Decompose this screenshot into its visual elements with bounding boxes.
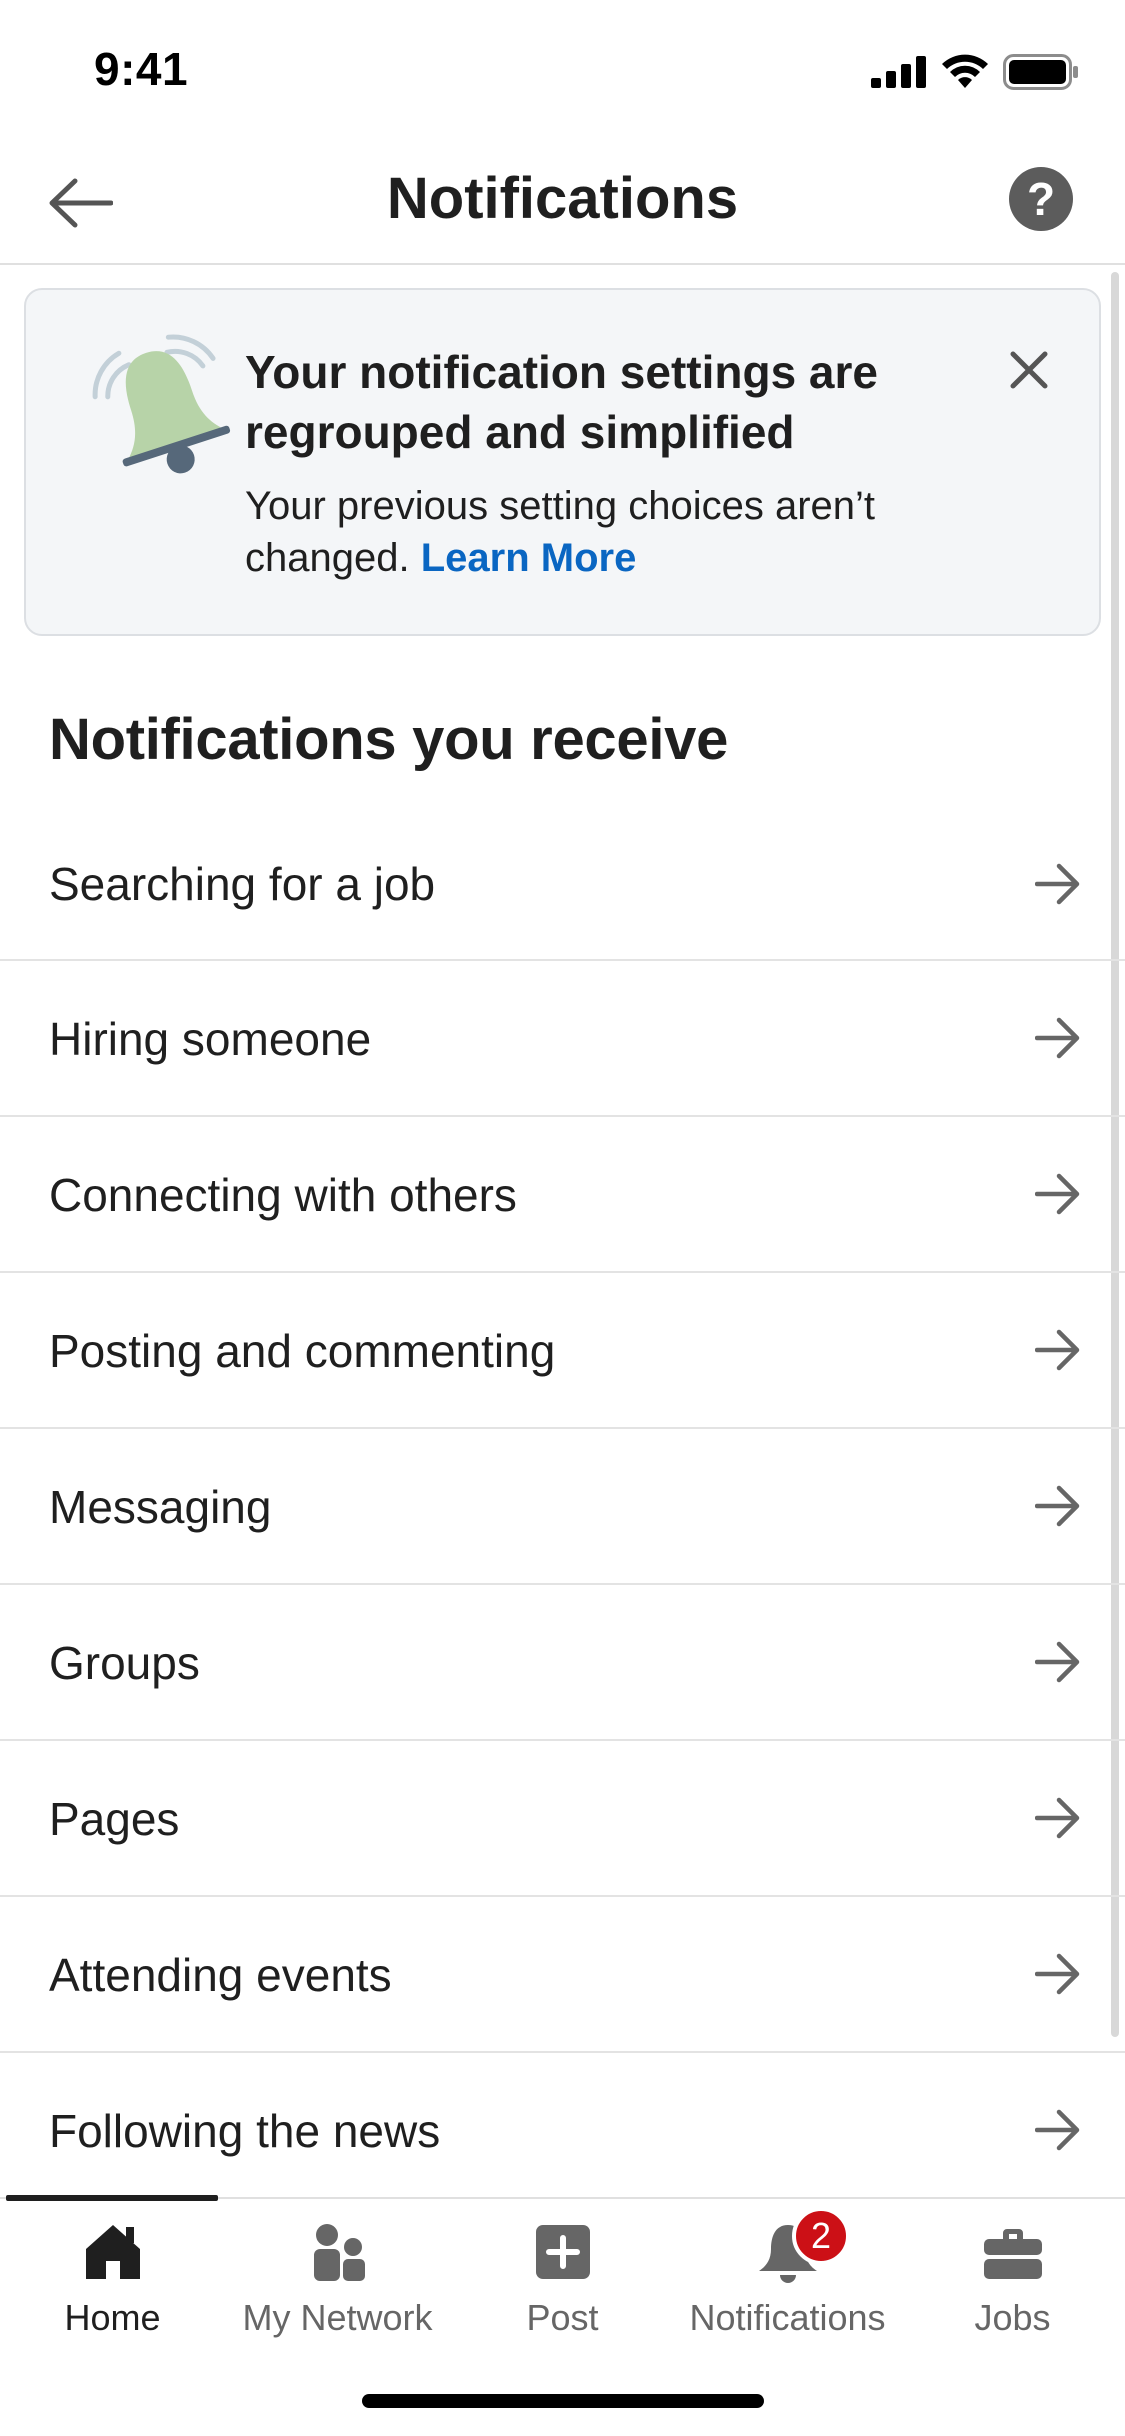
status-icons bbox=[871, 52, 1079, 92]
section-heading: Notifications you receive bbox=[49, 707, 729, 772]
arrow-right-icon bbox=[1035, 2109, 1080, 2151]
arrow-right-icon bbox=[1035, 1017, 1080, 1059]
category-hiring-someone[interactable]: Hiring someone bbox=[0, 961, 1125, 1117]
tab-label: Jobs bbox=[974, 2297, 1051, 2338]
arrow-right-icon bbox=[1035, 1641, 1080, 1683]
notifications-badge: 2 bbox=[792, 2207, 850, 2265]
banner-title: Your notification settings are regrouped… bbox=[245, 346, 878, 458]
home-icon bbox=[85, 2225, 140, 2279]
page-title: Notifications bbox=[386, 166, 739, 231]
question-circle-icon: ? bbox=[1026, 173, 1056, 225]
category-connecting-with-others[interactable]: Connecting with others bbox=[0, 1117, 1125, 1273]
category-posting-and-commenting[interactable]: Posting and commenting bbox=[0, 1273, 1125, 1429]
tab-my-network[interactable]: My Network bbox=[225, 2199, 450, 2349]
arrow-right-icon bbox=[1035, 1485, 1080, 1527]
tab-label: My Network bbox=[242, 2297, 433, 2338]
briefcase-icon bbox=[983, 2229, 1042, 2279]
home-indicator bbox=[362, 2394, 764, 2408]
category-label: Hiring someone bbox=[49, 1013, 372, 1065]
arrow-right-icon bbox=[1035, 1173, 1080, 1215]
notification-categories-list: Searching for a job Hiring someone Conne… bbox=[0, 808, 1125, 2209]
tab-post[interactable]: Post bbox=[450, 2199, 675, 2349]
arrow-right-icon bbox=[1035, 1329, 1080, 1371]
tab-label: Notifications bbox=[689, 2297, 886, 2338]
category-groups[interactable]: Groups bbox=[0, 1585, 1125, 1741]
category-searching-for-a-job[interactable]: Searching for a job bbox=[0, 808, 1125, 961]
status-time: 9:41 bbox=[94, 43, 189, 95]
back-button[interactable] bbox=[40, 163, 120, 243]
arrow-left-icon bbox=[49, 178, 113, 228]
help-button[interactable]: ? bbox=[1009, 167, 1073, 231]
plus-square-icon bbox=[535, 2225, 590, 2279]
learn-more-link[interactable]: Learn More bbox=[421, 536, 637, 580]
category-label: Following the news bbox=[49, 2105, 441, 2157]
wifi-icon bbox=[942, 54, 988, 88]
category-following-the-news[interactable]: Following the news bbox=[0, 2053, 1125, 2209]
category-label: Posting and commenting bbox=[49, 1325, 556, 1377]
category-messaging[interactable]: Messaging bbox=[0, 1429, 1125, 1585]
nav-header: Notifications ? bbox=[0, 135, 1125, 265]
category-label: Searching for a job bbox=[49, 858, 436, 910]
category-label: Groups bbox=[49, 1637, 200, 1689]
tab-home[interactable]: Home bbox=[0, 2199, 225, 2349]
category-pages[interactable]: Pages bbox=[0, 1741, 1125, 1897]
category-label: Pages bbox=[49, 1793, 180, 1845]
tab-notifications[interactable]: 2 Notifications bbox=[675, 2199, 900, 2349]
bell-ringing-icon bbox=[92, 334, 231, 474]
settings-update-banner: Your notification settings are regrouped… bbox=[24, 288, 1101, 636]
arrow-right-icon bbox=[1035, 863, 1080, 905]
category-attending-events[interactable]: Attending events bbox=[0, 1897, 1125, 2053]
tab-label: Post bbox=[526, 2297, 599, 2338]
battery-icon bbox=[1003, 54, 1078, 90]
arrow-right-icon bbox=[1035, 1797, 1080, 1839]
cellular-signal-icon bbox=[871, 56, 926, 88]
tab-jobs[interactable]: Jobs bbox=[900, 2199, 1125, 2349]
arrow-right-icon bbox=[1035, 1953, 1080, 1995]
people-icon bbox=[313, 2224, 365, 2281]
status-bar: 9:41 bbox=[0, 0, 1125, 135]
tab-label: Home bbox=[64, 2297, 161, 2338]
category-label: Attending events bbox=[49, 1949, 392, 2001]
banner-close-button[interactable] bbox=[999, 340, 1059, 400]
close-icon bbox=[1010, 351, 1048, 389]
banner-body: Your previous setting choices aren’t cha… bbox=[245, 480, 1015, 584]
category-label: Connecting with others bbox=[49, 1169, 517, 1221]
category-label: Messaging bbox=[49, 1481, 272, 1533]
